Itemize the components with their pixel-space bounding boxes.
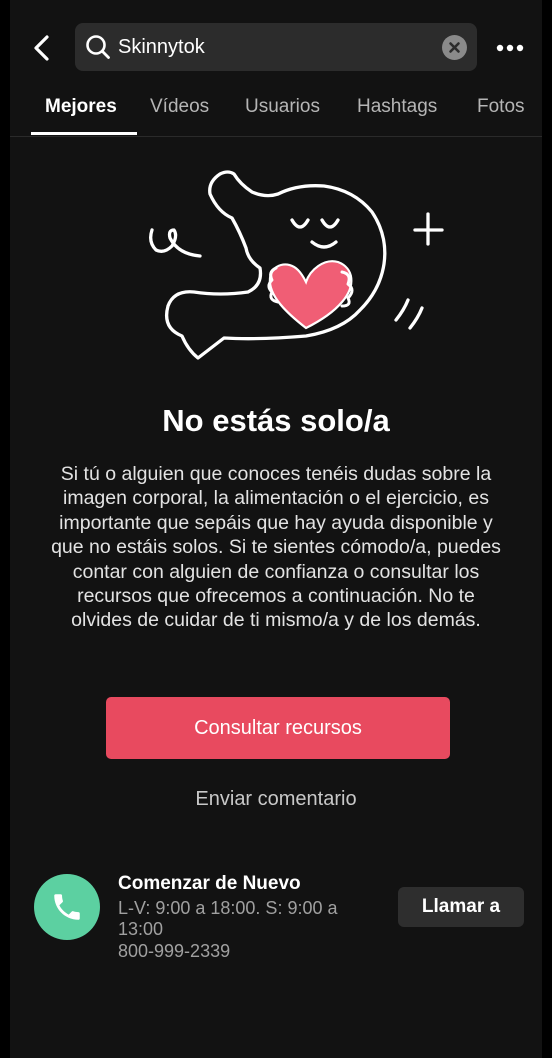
tab-mejores[interactable]: Mejores (45, 96, 117, 118)
helpline-name: Comenzar de Nuevo (118, 873, 301, 894)
phone-icon (54, 894, 80, 920)
screen: Mejores Vídeos Usuarios Hashtags Fotos (10, 0, 542, 1058)
clear-icon (449, 42, 460, 53)
stomach-heart-illustration (149, 170, 444, 360)
tab-videos[interactable]: Vídeos (150, 96, 209, 118)
search-input[interactable] (118, 32, 428, 62)
more-options-button[interactable] (492, 30, 528, 66)
send-feedback-link[interactable]: Enviar comentario (10, 788, 542, 811)
search-icon (86, 35, 110, 59)
view-resources-button[interactable]: Consultar recursos (106, 697, 450, 759)
helpline-avatar (34, 874, 100, 940)
tab-bar: Mejores Vídeos Usuarios Hashtags Fotos (10, 90, 542, 137)
tab-fotos[interactable]: Fotos (477, 96, 525, 118)
more-icon (496, 44, 524, 52)
helpline-hours: L-V: 9:00 a 18:00. S: 9:00 a 13:00 (118, 898, 338, 939)
chevron-left-icon (34, 35, 49, 61)
call-button[interactable]: Llamar a (398, 887, 524, 927)
helpline-phone-number: 800-999-2339 (118, 941, 231, 961)
search-box[interactable] (75, 23, 477, 71)
top-bar (10, 0, 542, 90)
tab-hashtags[interactable]: Hashtags (357, 96, 437, 118)
active-tab-indicator (31, 132, 137, 135)
back-button[interactable] (26, 28, 58, 68)
tab-usuarios[interactable]: Usuarios (245, 96, 320, 118)
clear-search-button[interactable] (442, 35, 467, 60)
page-title: No estás solo/a (162, 403, 390, 438)
support-message: Si tú o alguien que conoces tenéis dudas… (51, 463, 501, 632)
